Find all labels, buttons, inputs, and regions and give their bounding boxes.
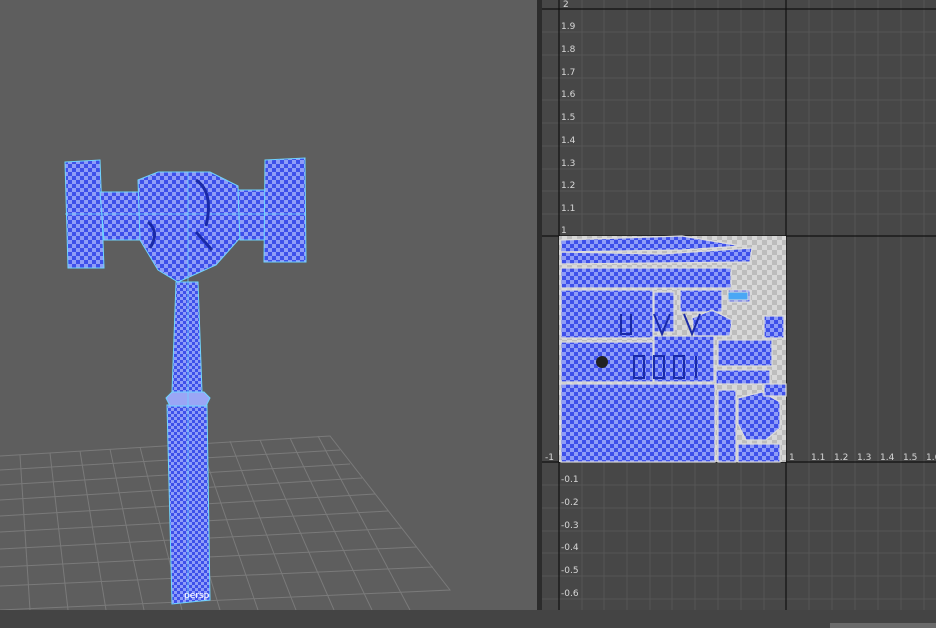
uv-x-label: 1.3 [857, 453, 871, 463]
uv-y-label: 1.8 [561, 45, 576, 55]
uv-y-label: -0.2 [561, 498, 579, 508]
uv-y-label: 1.2 [561, 181, 575, 191]
uv-y-label: 1.9 [561, 22, 576, 32]
uv-y-label: 1.6 [561, 90, 576, 100]
uv-y-label: 1.1 [561, 204, 575, 214]
camera-label: persp [184, 591, 210, 601]
perspective-viewport[interactable]: persp [0, 0, 537, 610]
uv-y-label: 1.3 [561, 159, 575, 169]
uv-tile [559, 235, 787, 463]
uv-y-label: 1.5 [561, 113, 575, 123]
uv-x-label: 1.1 [811, 453, 825, 463]
uv-y-label: 2 [563, 0, 569, 10]
uv-y-label: -0.3 [561, 521, 579, 531]
uv-editor-viewport[interactable]: 2 1.9 1.8 1.7 1.6 1.5 1.4 1.3 1.2 1.1 1 … [542, 0, 936, 610]
time-slider-strip[interactable] [830, 623, 936, 628]
hammer-head [64, 157, 307, 283]
uv-x-label: 1 [789, 453, 795, 463]
uv-x-label: 1.4 [880, 453, 895, 463]
uv-y-label: 1 [561, 226, 567, 236]
viewport-scene [0, 157, 451, 610]
uv-y-label: -0.6 [561, 589, 579, 599]
uv-x-label: 1.6 [926, 453, 936, 463]
hammer-handle [165, 281, 211, 605]
uv-y-label: -0.1 [561, 475, 579, 485]
uv-y-label: -0.5 [561, 566, 579, 576]
uv-x-label: 1.5 [903, 453, 917, 463]
uv-y-label: 1.4 [561, 136, 576, 146]
uv-y-label: 1.7 [561, 68, 575, 78]
ground-grid [0, 435, 451, 610]
uv-grid: 2 1.9 1.8 1.7 1.6 1.5 1.4 1.3 1.2 1.1 1 … [542, 0, 936, 610]
bottom-status-bar [0, 610, 936, 628]
uv-x-label: 1.2 [834, 453, 848, 463]
uv-y-label: -0.4 [561, 543, 579, 553]
uv-x-label: -1 [545, 453, 554, 463]
